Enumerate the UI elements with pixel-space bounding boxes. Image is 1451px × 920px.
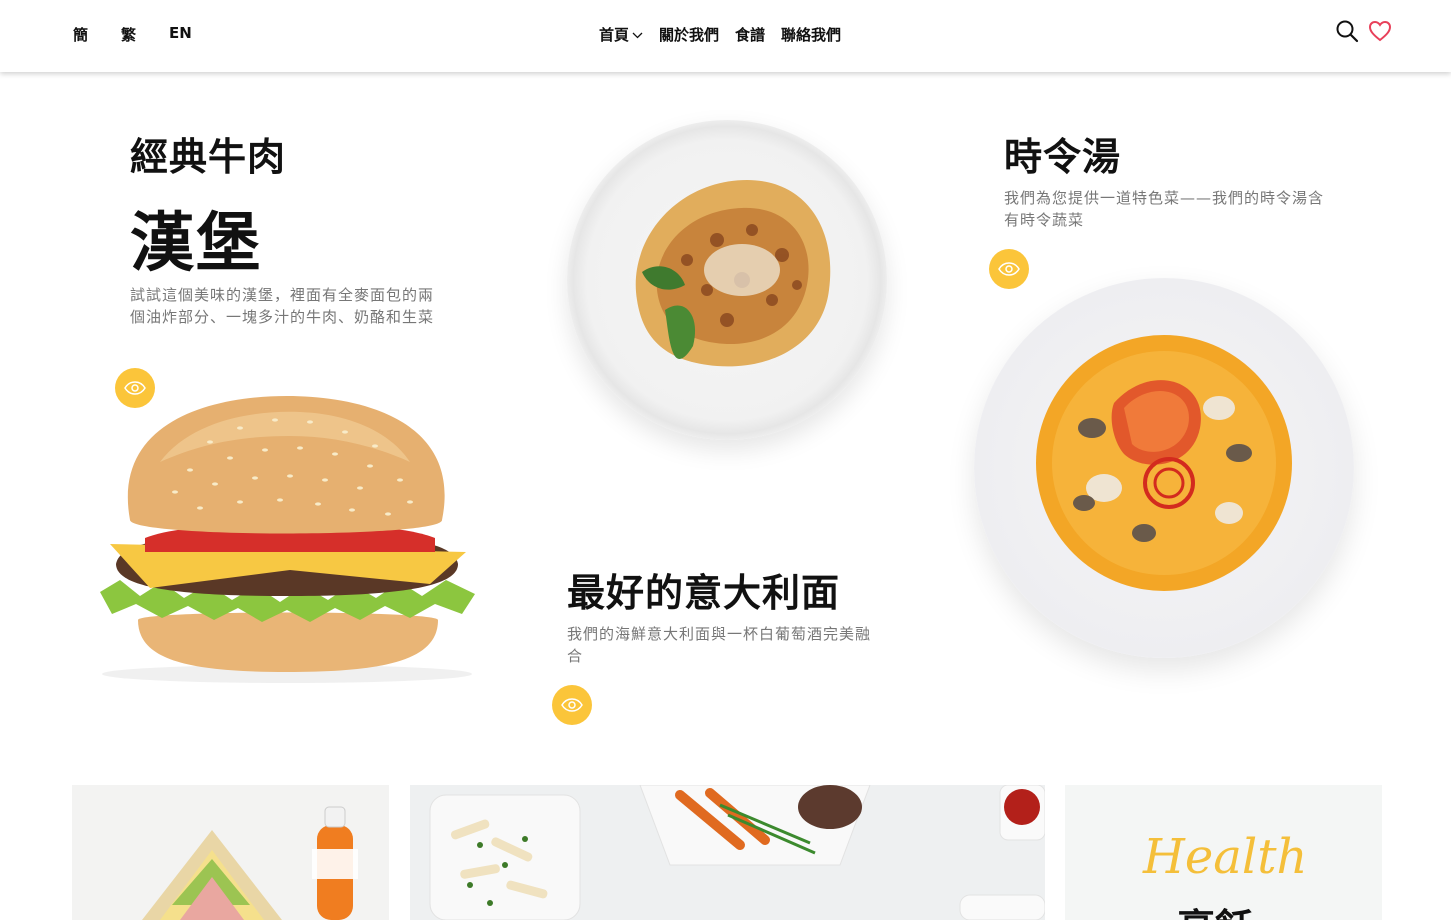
pasta-title: 最好的意大利面 [567, 571, 841, 615]
pasta-view-button[interactable] [552, 685, 592, 725]
eye-icon [998, 262, 1020, 276]
burger-image [100, 396, 475, 683]
nav-recipes[interactable]: 食譜 [735, 24, 765, 45]
sandwich-image [142, 806, 358, 920]
pasta-description: 我們的海鮮意大利面與一杯白葡萄酒完美融合 [567, 625, 872, 665]
main-nav: 首頁 關於我們 食譜 聯絡我們 [599, 24, 841, 45]
soup-image [1036, 335, 1292, 591]
search-icon[interactable] [1335, 19, 1359, 43]
nav-about[interactable]: 關於我們 [659, 24, 719, 45]
soup-title: 時令湯 [1004, 135, 1122, 179]
soup-description: 我們為您提供一道特色菜——我們的時令湯含有時令蔬菜 [1004, 189, 1325, 229]
health-card-subtitle: 烹飪 [1177, 897, 1253, 920]
burger-title-large: 漢堡 [130, 207, 262, 281]
health-card-title: Health [1143, 829, 1308, 885]
lang-english[interactable]: EN [169, 24, 192, 42]
nav-contact[interactable]: 聯絡我們 [781, 24, 841, 45]
nav-home[interactable]: 首頁 [599, 24, 643, 45]
pasta-image [635, 180, 831, 367]
eye-icon [561, 698, 583, 712]
health-cooking-card[interactable]: Health 烹飪 [1065, 785, 1382, 920]
meal-prep-image [429, 785, 1045, 920]
lang-simplified[interactable]: 簡 [73, 24, 88, 45]
soup-plate-image [974, 278, 1354, 658]
site-header: 簡 繁 EN 首頁 關於我們 食譜 聯絡我們 [0, 0, 1451, 72]
lang-traditional[interactable]: 繁 [121, 24, 136, 45]
meal-prep-card[interactable] [410, 785, 1045, 920]
burger-description: 試試這個美味的漢堡，裡面有全麥面包的兩個油炸部分、一塊多汁的牛肉、奶酪和生菜 [130, 286, 435, 326]
burger-title-small: 經典牛肉 [130, 135, 287, 179]
chevron-down-icon [632, 32, 643, 38]
sandwich-card[interactable] [72, 785, 389, 920]
pasta-plate-image [567, 120, 887, 440]
heart-icon[interactable] [1368, 19, 1392, 43]
nav-home-label: 首頁 [599, 26, 630, 44]
